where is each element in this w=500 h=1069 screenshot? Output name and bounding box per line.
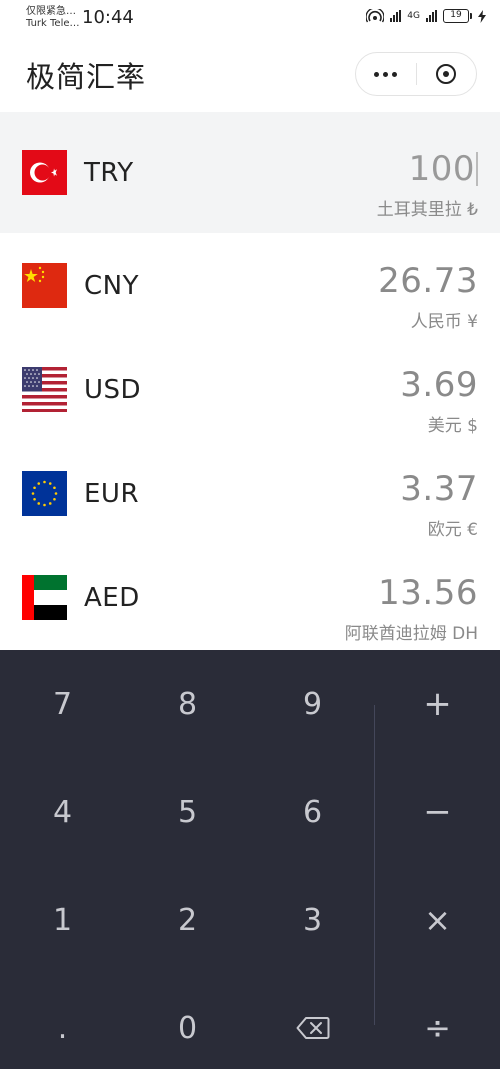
network-type: 4G [407, 11, 420, 21]
divide-button[interactable]: ÷ [375, 974, 500, 1069]
battery-level: 19 [443, 9, 469, 23]
currency-row-try[interactable]: TRY 100 土耳其里拉 ₺ [0, 112, 500, 233]
china-flag-icon [22, 263, 67, 308]
currency-code: EUR [84, 479, 140, 509]
key-8[interactable]: 8 [125, 650, 250, 758]
currency-code: AED [84, 583, 140, 613]
currency-name: 阿联酋迪拉姆 DH [344, 624, 478, 644]
key-9[interactable]: 9 [250, 650, 375, 758]
clock: 10:44 [82, 7, 134, 28]
eu-flag-icon [22, 471, 67, 516]
key-0[interactable]: 0 [125, 974, 250, 1069]
currency-code: USD [84, 375, 142, 405]
currency-name: 欧元 € [427, 520, 478, 540]
amount-value: 13.56 [378, 573, 478, 613]
signal-1-icon [390, 10, 402, 22]
more-button[interactable] [356, 53, 416, 95]
signal-2-icon [426, 10, 437, 22]
key-7[interactable]: 7 [0, 650, 125, 758]
turkey-flag-icon [22, 150, 67, 195]
uae-flag-icon [22, 575, 67, 620]
currency-name: 美元 $ [427, 416, 478, 436]
close-icon [436, 64, 457, 84]
currency-row-aed[interactable]: AED 13.56 阿联酋迪拉姆 DH [0, 545, 500, 650]
app-title: 极简汇率 [26, 60, 147, 94]
amount-value: 3.69 [400, 365, 478, 405]
currency-name: 土耳其里拉 ₺ [376, 200, 478, 220]
plus-button[interactable]: + [375, 650, 500, 758]
currency-row-usd[interactable]: USD 3.69 美元 $ [0, 337, 500, 441]
title-bar: 极简汇率 [0, 36, 500, 112]
close-button[interactable] [417, 53, 477, 95]
key-5[interactable]: 5 [125, 758, 250, 866]
currency-row-eur[interactable]: EUR 3.37 欧元 € [0, 441, 500, 545]
currency-code: TRY [84, 158, 134, 188]
hotspot-icon [366, 9, 385, 23]
more-icon [374, 71, 398, 77]
amount-value: 26.73 [378, 261, 478, 301]
multiply-button[interactable]: × [375, 866, 500, 974]
key-6[interactable]: 6 [250, 758, 375, 866]
minus-button[interactable]: − [375, 758, 500, 866]
decimal-button[interactable]: . [0, 974, 125, 1069]
key-4[interactable]: 4 [0, 758, 125, 866]
key-2[interactable]: 2 [125, 866, 250, 974]
amount-input[interactable]: 100 [409, 149, 478, 189]
carrier-line-1: 仅限紧急… [26, 6, 76, 17]
carrier-info: 仅限紧急… Turk Tele… [26, 6, 80, 30]
calculator-keypad: 7 8 9 + 4 5 6 − 1 2 3 × . 0 ÷ [0, 650, 500, 1069]
backspace-icon [296, 1017, 329, 1039]
carrier-line-2: Turk Tele… [26, 18, 80, 29]
battery-icon: 19 [443, 9, 472, 23]
text-caret [476, 152, 478, 186]
currency-name: 人民币 ¥ [410, 312, 478, 332]
key-1[interactable]: 1 [0, 866, 125, 974]
status-bar: 仅限紧急… Turk Tele… 10:44 4G 19 [0, 0, 500, 36]
amount-value: 3.37 [400, 469, 478, 509]
backspace-button[interactable] [250, 974, 375, 1069]
currency-row-cny[interactable]: CNY 26.73 人民币 ¥ [0, 233, 500, 337]
usa-flag-icon [22, 367, 67, 412]
currency-code: CNY [84, 271, 139, 301]
miniprogram-capsule [355, 52, 477, 96]
amount-value: 100 [408, 149, 475, 189]
key-3[interactable]: 3 [250, 866, 375, 974]
charging-icon [478, 9, 486, 23]
status-icons: 4G 19 [366, 9, 486, 23]
